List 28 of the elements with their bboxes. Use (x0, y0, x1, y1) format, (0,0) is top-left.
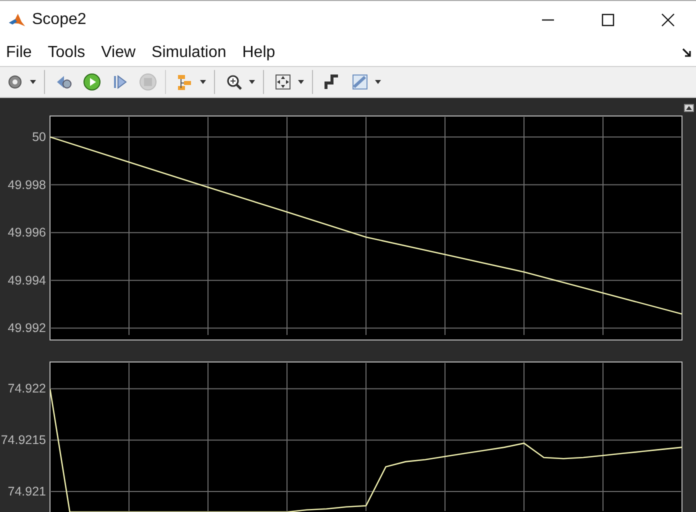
menu-item[interactable]: File (6, 44, 32, 62)
menu-item[interactable]: Tools (48, 44, 86, 62)
y-tick-label: 49.994 (8, 273, 46, 288)
caret-icon[interactable] (375, 80, 381, 84)
caret-icon[interactable] (298, 80, 304, 84)
gear-icon[interactable] (6, 72, 24, 91)
caret-icon[interactable] (200, 80, 206, 84)
y-tick-label: 74.921 (8, 484, 46, 498)
zoom-icon[interactable] (225, 72, 243, 91)
y-tick-label: 50 (32, 130, 46, 144)
maximize-icon[interactable] (600, 12, 616, 28)
expand-icon[interactable] (684, 104, 694, 112)
ruler-icon[interactable] (351, 72, 369, 91)
y-tick-label: 49.992 (8, 321, 46, 336)
fit-axes-icon[interactable] (274, 72, 292, 91)
caret-icon[interactable] (30, 80, 36, 84)
blocks-icon[interactable] (176, 72, 194, 91)
menu-item[interactable]: Help (242, 44, 276, 62)
caret-icon[interactable] (249, 80, 255, 84)
y-tick-label: 49.996 (8, 226, 46, 240)
menu-item[interactable]: Simulation (152, 44, 226, 62)
close-icon[interactable] (660, 12, 676, 28)
y-tick-label: 49.998 (8, 178, 46, 192)
y-tick-label: 74.9215 (0, 433, 46, 448)
menu-item[interactable]: View (101, 44, 136, 62)
y-tick-label: 74.922 (8, 382, 46, 396)
arrow-icon[interactable] (682, 48, 692, 58)
window-title: Scope2 (32, 11, 86, 30)
